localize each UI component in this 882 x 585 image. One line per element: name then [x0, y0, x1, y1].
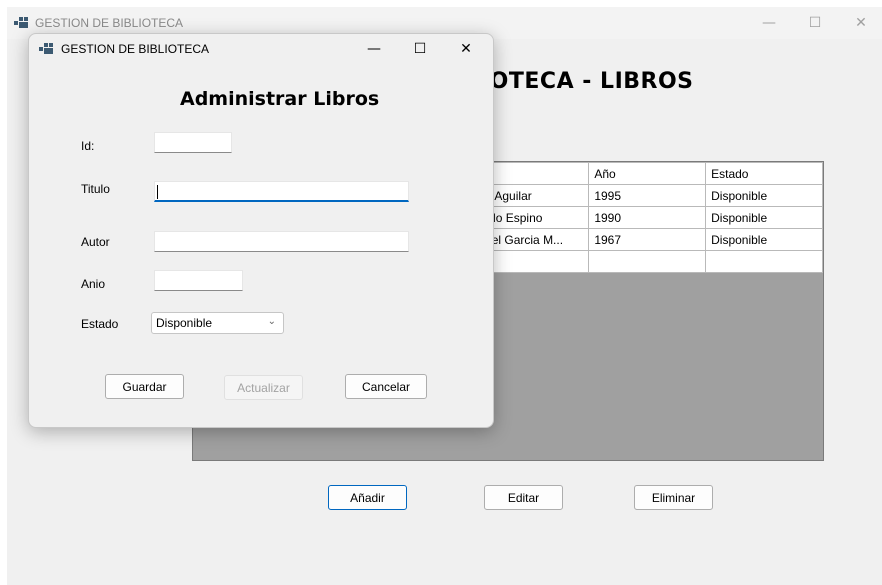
dialog-heading: Administrar Libros — [180, 88, 380, 110]
save-button[interactable]: Guardar — [105, 374, 184, 399]
app-grid-icon — [39, 43, 53, 54]
estado-dropdown[interactable]: Disponible ⌄ — [151, 312, 284, 334]
titulo-field[interactable] — [154, 181, 409, 202]
main-minimize-button[interactable]: — — [746, 7, 792, 39]
add-button[interactable]: Añadir — [328, 485, 407, 510]
main-window-title: GESTION DE BIBLIOTECA — [35, 16, 184, 30]
main-close-button[interactable]: ✕ — [838, 7, 882, 39]
table-cell[interactable]: 1967 — [588, 228, 707, 251]
delete-button[interactable]: Eliminar — [634, 485, 713, 510]
text-caret — [157, 185, 158, 199]
app-grid-icon — [14, 17, 28, 28]
table-cell[interactable] — [705, 250, 823, 273]
column-header-estado[interactable]: Estado — [705, 162, 823, 185]
table-cell[interactable] — [588, 250, 707, 273]
book-editor-dialog: GESTION DE BIBLIOTECA — ☐ ✕ Administrar … — [28, 33, 494, 428]
id-field[interactable] — [154, 132, 232, 153]
autor-label: Autor — [81, 235, 110, 249]
id-label: Id: — [81, 139, 95, 153]
titulo-label: Titulo — [81, 182, 110, 196]
estado-selected-value: Disponible — [156, 316, 213, 330]
chevron-down-icon: ⌄ — [267, 316, 276, 327]
dialog-titlebar[interactable]: GESTION DE BIBLIOTECA — ☐ ✕ — [29, 34, 493, 64]
page-title: IOTECA - LIBROS — [481, 69, 694, 94]
dialog-close-button[interactable]: ✕ — [443, 34, 489, 65]
table-cell[interactable]: 1990 — [588, 206, 707, 229]
anio-field[interactable] — [154, 270, 243, 291]
column-header-anio[interactable]: Año — [588, 162, 707, 185]
update-button[interactable]: Actualizar — [224, 375, 303, 400]
table-cell[interactable]: 1995 — [588, 184, 707, 207]
table-cell[interactable]: Disponible — [705, 184, 823, 207]
table-cell[interactable]: Disponible — [705, 206, 823, 229]
autor-field[interactable] — [154, 231, 409, 252]
table-cell[interactable]: Disponible — [705, 228, 823, 251]
anio-label: Anio — [81, 277, 106, 291]
estado-label: Estado — [81, 317, 119, 331]
dialog-minimize-button[interactable]: — — [351, 34, 397, 65]
dialog-maximize-button[interactable]: ☐ — [397, 34, 443, 65]
cancel-button[interactable]: Cancelar — [345, 374, 427, 399]
dialog-window-title: GESTION DE BIBLIOTECA — [61, 42, 210, 56]
main-maximize-button[interactable]: ☐ — [792, 7, 838, 39]
edit-button[interactable]: Editar — [484, 485, 563, 510]
